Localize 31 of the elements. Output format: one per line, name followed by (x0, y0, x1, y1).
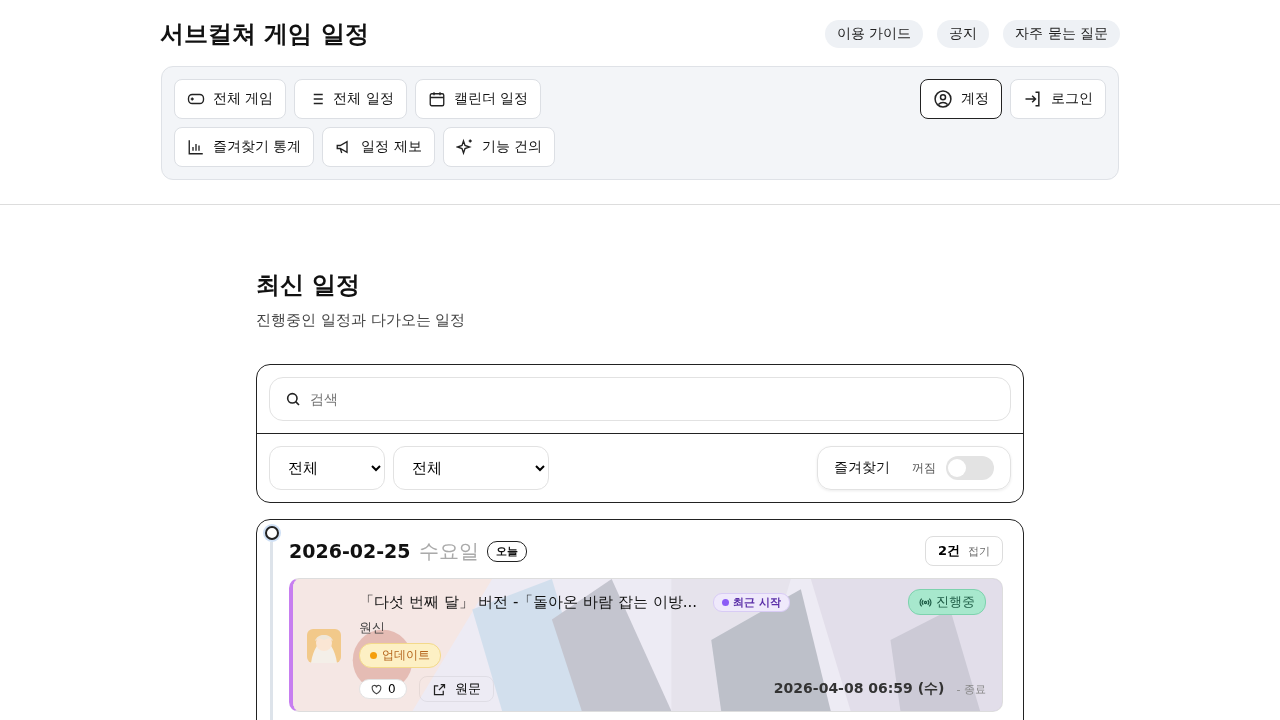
search-field[interactable]: 검색 (269, 377, 1011, 421)
sparkles-icon (455, 138, 474, 156)
collapse-button[interactable]: 2건 접기 (924, 536, 1003, 566)
site-title: 서브컬쳐 게임 일정 (160, 19, 369, 50)
toggle-state: 꺼짐 (912, 459, 936, 477)
nav-button[interactable]: 일정 제보 (322, 127, 435, 167)
nav-button[interactable]: 즐겨찾기 통계 (174, 127, 315, 167)
weekday: 수요일 (418, 537, 479, 565)
filter-select[interactable]: 전체 (393, 446, 549, 490)
section-title: 최신 일정 (256, 270, 362, 301)
user-icon (933, 89, 953, 109)
date-heading: 2026-02-25 (289, 540, 411, 562)
search-icon (285, 391, 301, 407)
account-button[interactable]: 계정 (920, 79, 1002, 119)
login-icon (1023, 89, 1043, 109)
header-link[interactable]: 공지 (937, 20, 990, 48)
bar-chart-icon (187, 138, 205, 156)
calendar-icon (427, 90, 446, 108)
favorites-label: 즐겨찾기 (834, 459, 890, 477)
account-button[interactable]: 로그인 (1010, 79, 1106, 119)
header-link[interactable]: 자주 묻는 질문 (1003, 20, 1120, 48)
today-badge: 오늘 (486, 540, 527, 562)
header-link[interactable]: 이용 가이드 (824, 20, 924, 48)
favorites-switch[interactable] (946, 456, 994, 480)
section-subtitle: 진행중인 일정과 다가오는 일정 (256, 311, 467, 330)
nav-button[interactable]: 캘린더 일정 (414, 79, 542, 119)
nav-button[interactable]: 기능 건의 (442, 127, 556, 167)
nav-button[interactable]: 전체 게임 (174, 79, 287, 119)
filter-select[interactable]: 전체 (269, 446, 385, 490)
nav-button[interactable]: 전체 일정 (294, 79, 407, 119)
timeline-dot (265, 526, 279, 540)
